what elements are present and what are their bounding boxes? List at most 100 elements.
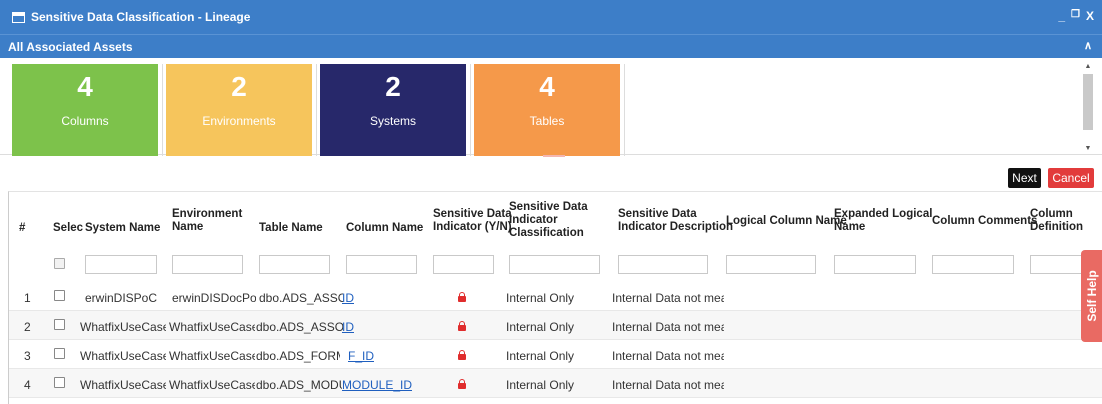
filter-system-name[interactable] — [85, 255, 157, 274]
filter-indicator-classification[interactable] — [509, 255, 600, 274]
lock-icon — [458, 379, 466, 389]
filter-column-name[interactable] — [346, 255, 417, 274]
cell-classification: Internal Only — [506, 320, 575, 334]
asset-tiles-panel: 4 Columns 2 Environments 2 Systems 4 Tab… — [0, 58, 1102, 156]
header-line: Name — [172, 221, 204, 233]
header-line: Sensitive Data — [618, 208, 697, 220]
filter-logical-column-name[interactable] — [726, 255, 816, 274]
cell-classification: Internal Only — [506, 349, 575, 363]
cell-column-name-link[interactable]: ID — [342, 320, 354, 334]
cell-description: Internal Data not meant fi — [612, 349, 724, 363]
tile-columns[interactable]: 4 Columns — [12, 64, 158, 156]
tile-tables[interactable]: 4 Tables — [474, 64, 620, 156]
cell-environment-name: WhatfixUseCase — [169, 349, 255, 363]
window-titlebar: Sensitive Data Classification - Lineage … — [0, 0, 1102, 34]
tile-count: 2 — [231, 71, 247, 102]
header-line: Sensitive Data — [433, 208, 512, 220]
divider — [470, 64, 471, 156]
row-checkbox[interactable] — [54, 290, 65, 301]
divider — [316, 64, 317, 156]
window-title: Sensitive Data Classification - Lineage — [31, 10, 251, 24]
cell-description: Internal Data not meant fi — [612, 320, 724, 334]
header-line: Definition — [1030, 221, 1084, 233]
minimize-button[interactable]: _ — [1058, 9, 1065, 23]
row-number: 3 — [24, 349, 31, 363]
associated-assets-header[interactable]: All Associated Assets ∧ — [0, 34, 1102, 58]
header-line: Sensitive Data — [509, 201, 588, 213]
header-indicator-classification[interactable]: Sensitive Data Indicator Classification — [509, 201, 588, 240]
cell-table-name: dbo.ADS_FORM — [256, 349, 340, 363]
header-line: Indicator (Y/N) — [433, 221, 512, 233]
tile-count: 4 — [539, 71, 555, 102]
header-expanded-logical-name[interactable]: Expanded Logical Name — [834, 208, 932, 234]
tile-label: Environments — [202, 114, 276, 128]
header-system-name[interactable]: System Name — [85, 222, 160, 235]
header-logical-column-name[interactable]: Logical Column Name — [726, 215, 847, 228]
row-checkbox[interactable] — [54, 377, 65, 388]
header-environment-name[interactable]: Environment Name — [172, 208, 242, 234]
filter-sensitive-indicator[interactable] — [433, 255, 494, 274]
cancel-button[interactable]: Cancel — [1048, 168, 1094, 188]
header-number: # — [19, 222, 26, 234]
divider — [624, 64, 625, 156]
header-line: Indicator Description — [618, 221, 734, 233]
row-number: 4 — [24, 378, 31, 392]
cell-description: Internal Data not meant fi — [612, 378, 724, 392]
cell-table-name: dbo.ADS_ASSOCIA — [256, 320, 343, 334]
cell-column-name-link[interactable]: F_ID — [348, 349, 374, 363]
header-line: Environment — [172, 208, 243, 220]
cell-table-name: dbo.ADS_MODULE — [256, 378, 342, 392]
cell-system-name: WhatfixUseCase — [80, 320, 166, 334]
tile-systems[interactable]: 2 Systems — [320, 64, 466, 156]
resize-handle[interactable] — [543, 155, 565, 157]
cell-system-name: erwinDISPoC — [85, 291, 158, 305]
lock-icon — [458, 350, 466, 360]
cell-column-name-link[interactable]: MODULE_ID — [342, 378, 412, 392]
row-checkbox[interactable] — [54, 319, 65, 330]
tile-count: 2 — [385, 71, 401, 102]
header-sensitive-indicator[interactable]: Sensitive Data Indicator (Y/N) — [433, 208, 512, 234]
cell-environment-name: erwinDISDocPoC — [172, 291, 256, 305]
scroll-thumb[interactable] — [1083, 74, 1093, 130]
tiles-scrollbar[interactable]: ▲ ▼ — [1082, 62, 1094, 154]
cell-table-name: dbo.ADS_ASSOCIA — [259, 291, 343, 305]
header-line: Column — [1030, 208, 1073, 220]
select-all-checkbox[interactable] — [54, 258, 65, 269]
section-title: All Associated Assets — [8, 39, 133, 54]
filter-environment-name[interactable] — [172, 255, 243, 274]
header-column-name[interactable]: Column Name — [346, 222, 423, 235]
header-line: Expanded Logical — [834, 208, 933, 220]
filter-expanded-logical-name[interactable] — [834, 255, 916, 274]
next-button[interactable]: Next — [1008, 168, 1041, 188]
cell-system-name: WhatfixUseCase — [80, 349, 166, 363]
scroll-up-icon[interactable]: ▲ — [1082, 62, 1094, 72]
cell-classification: Internal Only — [506, 378, 575, 392]
lock-icon — [458, 321, 466, 331]
header-indicator-description[interactable]: Sensitive Data Indicator Description — [618, 208, 733, 234]
close-button[interactable]: X — [1086, 9, 1094, 23]
collapse-caret-icon[interactable]: ∧ — [1084, 39, 1092, 52]
cell-environment-name: WhatfixUseCase — [169, 378, 255, 392]
cell-description: Internal Data not meant fi — [612, 291, 724, 305]
tile-label: Tables — [529, 114, 565, 128]
lock-icon — [458, 292, 466, 302]
self-help-tab[interactable]: Self Help — [1081, 250, 1102, 342]
filter-column-comments[interactable] — [932, 255, 1014, 274]
filter-indicator-description[interactable] — [618, 255, 708, 274]
header-column-comments[interactable]: Column Comments — [932, 215, 1037, 228]
row-checkbox[interactable] — [54, 348, 65, 359]
window-controls: _ ❐ X — [1058, 9, 1094, 23]
header-table-name[interactable]: Table Name — [259, 222, 323, 235]
header-column-definition[interactable]: Column Definition — [1030, 208, 1083, 234]
filter-table-name[interactable] — [259, 255, 330, 274]
cell-environment-name: WhatfixUseCase — [169, 320, 255, 334]
cell-classification: Internal Only — [506, 291, 575, 305]
filter-column-definition[interactable] — [1030, 255, 1082, 274]
tile-environments[interactable]: 2 Environments — [166, 64, 312, 156]
tile-label: Columns — [61, 114, 109, 128]
scroll-down-icon[interactable]: ▼ — [1082, 144, 1094, 154]
restore-button[interactable]: ❐ — [1071, 9, 1080, 23]
cell-column-name-link[interactable]: ID — [342, 291, 354, 305]
row-number: 2 — [24, 320, 31, 334]
row-number: 1 — [24, 291, 31, 305]
